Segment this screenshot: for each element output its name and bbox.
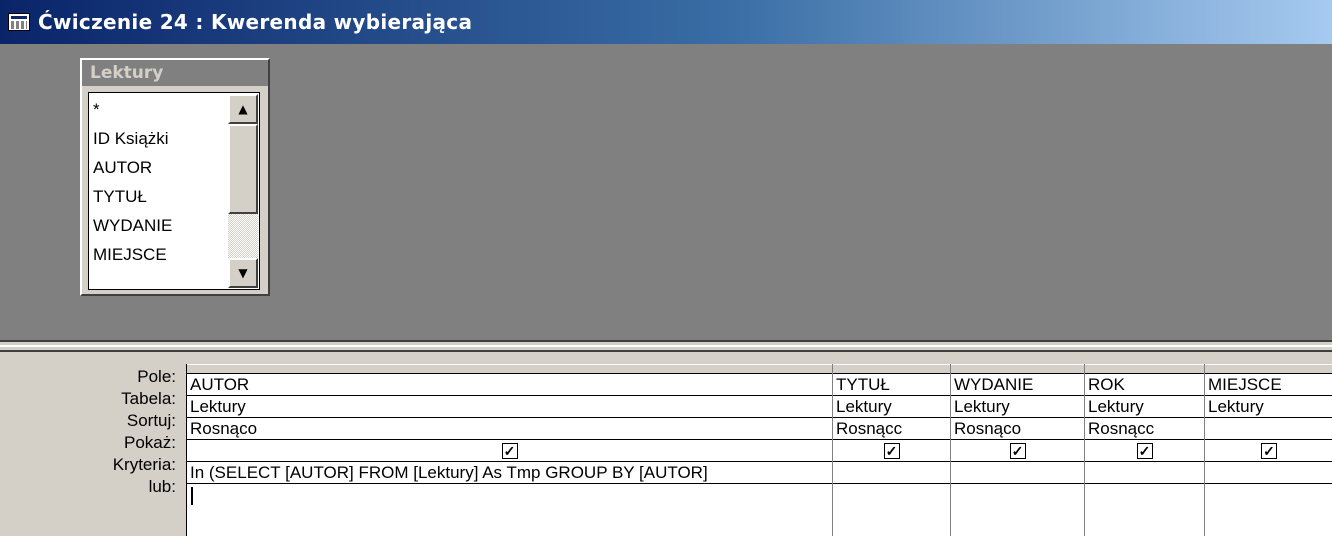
criteria-cell[interactable] xyxy=(833,462,950,484)
field-cell[interactable]: TYTUŁ xyxy=(833,374,950,396)
window-title: Ćwiczenie 24 : Kwerenda wybierająca xyxy=(38,10,473,34)
grid-column-wydanie[interactable]: WYDANIE Lektury Rosnąco ✓ xyxy=(951,364,1085,536)
field-cell[interactable]: MIEJSCE xyxy=(1205,374,1332,396)
scroll-down-icon[interactable]: ▼ xyxy=(228,258,258,288)
field-cell[interactable]: WYDANIE xyxy=(951,374,1084,396)
or-cell[interactable] xyxy=(1205,484,1332,506)
table-cell[interactable]: Lektury xyxy=(1205,396,1332,418)
grid-column-rok[interactable]: ROK Lektury Rosnącc ✓ xyxy=(1085,364,1205,536)
or-cell[interactable] xyxy=(1085,484,1204,506)
field-item-id-ksiazki[interactable]: ID Książki xyxy=(91,124,227,153)
sort-cell[interactable]: Rosnąco xyxy=(187,418,832,440)
sort-cell[interactable] xyxy=(1205,418,1332,440)
or-cell[interactable] xyxy=(951,484,1084,506)
show-cell[interactable]: ✓ xyxy=(951,440,1084,462)
column-selector[interactable] xyxy=(187,364,832,374)
column-selector[interactable] xyxy=(951,364,1084,374)
row-labels: Pole: Tabela: Sortuj: Pokaż: Kryteria: l… xyxy=(0,366,184,498)
or-cell[interactable] xyxy=(833,484,950,506)
text-cursor xyxy=(191,486,193,505)
table-cell[interactable]: Lektury xyxy=(833,396,950,418)
criteria-cell[interactable] xyxy=(951,462,1084,484)
show-cell[interactable]: ✓ xyxy=(833,440,950,462)
row-label-lub: lub: xyxy=(148,477,176,496)
field-list-scrollbar[interactable]: ▲ ▼ xyxy=(228,94,258,288)
column-selector[interactable] xyxy=(833,364,950,374)
criteria-cell[interactable] xyxy=(1085,462,1204,484)
show-checkbox[interactable]: ✓ xyxy=(1136,442,1153,459)
criteria-text: In (SELECT [AUTOR] FROM [Lektury] As Tmp… xyxy=(190,463,708,482)
table-cell[interactable]: Lektury xyxy=(951,396,1084,418)
table-pane[interactable]: Lektury * ID Książki AUTOR TYTUŁ WYDANIE… xyxy=(0,44,1332,380)
row-label-kryteria: Kryteria: xyxy=(112,455,176,474)
field-item-autor[interactable]: AUTOR xyxy=(91,153,227,182)
row-label-sortuj: Sortuj: xyxy=(126,411,176,430)
show-checkbox[interactable]: ✓ xyxy=(501,442,518,459)
grid-column-tytul[interactable]: TYTUŁ Lektury Rosnącc ✓ xyxy=(833,364,951,536)
field-cell[interactable]: ROK xyxy=(1085,374,1204,396)
show-checkbox[interactable]: ✓ xyxy=(1009,442,1026,459)
design-grid[interactable]: AUTOR Lektury Rosnąco ✓ In (SELECT [AUTO… xyxy=(186,364,1332,536)
field-item-all[interactable]: * xyxy=(91,95,227,124)
field-list-lektury[interactable]: Lektury * ID Książki AUTOR TYTUŁ WYDANIE… xyxy=(80,58,270,296)
field-list-box[interactable]: * ID Książki AUTOR TYTUŁ WYDANIE MIEJSCE… xyxy=(88,92,260,290)
column-selector[interactable] xyxy=(1205,364,1332,374)
row-label-tabela: Tabela: xyxy=(121,389,176,408)
grid-column-autor[interactable]: AUTOR Lektury Rosnąco ✓ In (SELECT [AUTO… xyxy=(187,364,833,536)
row-label-pole: Pole: xyxy=(137,367,176,386)
criteria-cell[interactable] xyxy=(1205,462,1332,484)
title-bar[interactable]: Ćwiczenie 24 : Kwerenda wybierająca xyxy=(0,0,1332,44)
show-cell[interactable]: ✓ xyxy=(1205,440,1332,462)
query-icon[interactable] xyxy=(8,13,30,31)
column-selector[interactable] xyxy=(1085,364,1204,374)
criteria-cell[interactable]: In (SELECT [AUTOR] FROM [Lektury] As Tmp… xyxy=(187,462,832,484)
or-cell[interactable] xyxy=(187,484,832,506)
sort-cell[interactable]: Rosnącc xyxy=(833,418,950,440)
grid-column-miejsce[interactable]: MIEJSCE Lektury ✓ xyxy=(1205,364,1332,536)
table-cell[interactable]: Lektury xyxy=(187,396,832,418)
field-item-tytul[interactable]: TYTUŁ xyxy=(91,182,227,211)
show-checkbox[interactable]: ✓ xyxy=(883,442,900,459)
table-cell[interactable]: Lektury xyxy=(1085,396,1204,418)
field-item-wydanie[interactable]: WYDANIE xyxy=(91,211,227,240)
scroll-up-icon[interactable]: ▲ xyxy=(228,94,258,124)
pane-splitter[interactable] xyxy=(0,340,1332,352)
sort-cell[interactable]: Rosnącc xyxy=(1085,418,1204,440)
field-cell[interactable]: AUTOR xyxy=(187,374,832,396)
sort-cell[interactable]: Rosnąco xyxy=(951,418,1084,440)
scroll-thumb[interactable] xyxy=(228,124,258,214)
row-label-pokaz: Pokaż: xyxy=(124,433,176,452)
show-cell[interactable]: ✓ xyxy=(187,440,832,462)
field-list-title[interactable]: Lektury xyxy=(82,60,268,86)
show-checkbox[interactable]: ✓ xyxy=(1261,442,1277,459)
show-cell[interactable]: ✓ xyxy=(1085,440,1204,462)
field-item-miejsce[interactable]: MIEJSCE xyxy=(91,240,227,269)
qbe-grid-pane: Pole: Tabela: Sortuj: Pokaż: Kryteria: l… xyxy=(0,352,1332,536)
